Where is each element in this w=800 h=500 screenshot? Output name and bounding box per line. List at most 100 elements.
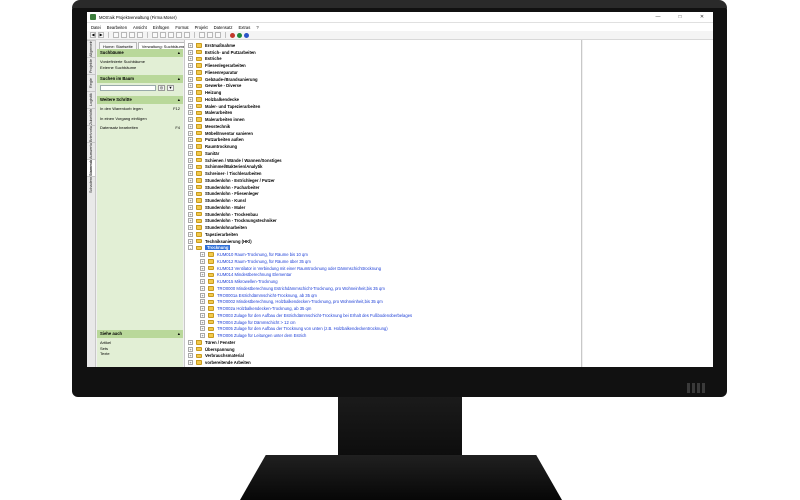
expand-toggle-icon[interactable]: +	[188, 76, 193, 82]
back-icon[interactable]: ◀	[90, 32, 96, 38]
tree-row[interactable]: + Verbrauchsmaterial	[185, 353, 581, 360]
expand-toggle-icon[interactable]: +	[188, 144, 193, 150]
expand-toggle-icon[interactable]: +	[200, 279, 205, 285]
menu-item[interactable]: Einfügen	[153, 25, 170, 30]
tree-row[interactable]: + Maler- und Tapezierarbeiten	[185, 103, 581, 110]
blue-status-icon[interactable]	[244, 32, 249, 38]
expand-toggle-icon[interactable]: +	[188, 204, 193, 210]
vertical-tab[interactable]: Allgemein	[87, 40, 95, 57]
expand-toggle-icon[interactable]: +	[188, 103, 193, 109]
tree-row[interactable]: + TRO0002 Mindestberechnung, Holzbalkende…	[185, 299, 581, 306]
menu-item[interactable]: Datei	[91, 25, 101, 30]
new-icon[interactable]	[113, 32, 119, 38]
tree-row[interactable]: + TRO002a Holzbalkendecken-Trocknung, ab …	[185, 305, 581, 312]
expand-toggle-icon[interactable]: +	[188, 191, 193, 197]
expand-toggle-icon[interactable]: +	[188, 123, 193, 129]
tree-row[interactable]: + Raumtrocknung	[185, 143, 581, 150]
expand-toggle-icon[interactable]: +	[188, 150, 193, 156]
refresh-icon[interactable]	[215, 32, 221, 38]
expand-toggle-icon[interactable]: +	[188, 164, 193, 170]
tree-row[interactable]: + vorbereitende Arbeiten	[185, 359, 581, 366]
expand-toggle-icon[interactable]: +	[188, 157, 193, 163]
tree-row[interactable]: + Stundenlohnarbeiten	[185, 224, 581, 231]
expand-toggle-icon[interactable]: +	[188, 63, 193, 69]
menu-item[interactable]: Ansicht	[133, 25, 147, 30]
expand-toggle-icon[interactable]: +	[188, 211, 193, 217]
expand-toggle-icon[interactable]: +	[188, 171, 193, 177]
tree-row[interactable]: + Schreiner- / Tischlerarbeiten	[185, 170, 581, 177]
expand-toggle-icon[interactable]: +	[188, 339, 193, 345]
tree-row[interactable]: + Überspannung	[185, 346, 581, 353]
expand-toggle-icon[interactable]: +	[188, 225, 193, 231]
undo-icon[interactable]	[176, 32, 182, 38]
expand-toggle-icon[interactable]: +	[200, 285, 205, 291]
tree-row[interactable]: + Stundenlohn - Trocknungstechniker	[185, 218, 581, 225]
expand-toggle-icon[interactable]: +	[188, 69, 193, 75]
print-icon[interactable]	[137, 32, 143, 38]
tree-row[interactable]: + Stundenlohn - Fliesenleger	[185, 191, 581, 198]
save-icon[interactable]	[129, 32, 135, 38]
tree-row[interactable]: + Schienen / Wände / Wannen/Sonstiges	[185, 157, 581, 164]
expand-toggle-icon[interactable]: +	[200, 306, 205, 312]
menu-item[interactable]: Projekt	[195, 25, 208, 30]
expand-toggle-icon[interactable]: +	[200, 312, 205, 318]
binoculars-icon[interactable]: ◎	[158, 85, 165, 91]
forward-icon[interactable]: ▶	[98, 32, 104, 38]
tree-search-input[interactable]	[100, 85, 156, 91]
panel-schritte-header[interactable]: Weitere Schritte ▴	[97, 96, 183, 104]
action-bearbeiten[interactable]: Datensatz bearbeiten F4	[100, 125, 180, 131]
tree-row[interactable]: + Estrich- und Putzarbeiten	[185, 49, 581, 56]
tree-row[interactable]: + Gebäude-/Brandsanierung	[185, 76, 581, 83]
tree-row[interactable]: + Malerarbeiten	[185, 110, 581, 117]
tree-row[interactable]: + Stundenlohn - Maler	[185, 204, 581, 211]
panel-siehe-header[interactable]: Siehe auch ▴	[97, 330, 183, 338]
tree-row[interactable]: - Trocknung	[185, 245, 581, 252]
expand-toggle-icon[interactable]: +	[188, 83, 193, 89]
expand-toggle-icon[interactable]: +	[188, 353, 193, 359]
action-vorgang[interactable]: In einen Vorgang einfügen	[100, 116, 180, 122]
tab-startseite[interactable]: Home: Startseite	[99, 42, 137, 49]
tree-row[interactable]: +Wände	[185, 366, 581, 367]
minimize-icon[interactable]: —	[647, 14, 669, 20]
menu-item[interactable]: Bearbeiten	[107, 25, 127, 30]
expand-toggle-icon[interactable]: +	[200, 299, 205, 305]
tree-row[interactable]: + Messtechnik	[185, 123, 581, 130]
expand-toggle-icon[interactable]: +	[188, 137, 193, 143]
expand-toggle-icon[interactable]: +	[188, 238, 193, 244]
expand-toggle-icon[interactable]: +	[188, 49, 193, 55]
collapse-icon[interactable]: ▴	[178, 75, 180, 83]
tree-row[interactable]: + KUM012 Raum-Trocknung, für Räume über 3…	[185, 258, 581, 265]
expand-toggle-icon[interactable]: +	[188, 90, 193, 96]
expand-toggle-icon[interactable]: +	[188, 117, 193, 123]
paste-icon[interactable]	[168, 32, 174, 38]
vertical-tab[interactable]: Regie	[87, 74, 95, 91]
expand-toggle-icon[interactable]: +	[200, 265, 205, 271]
expand-toggle-icon[interactable]: +	[188, 346, 193, 352]
tree-row[interactable]: + Möbel/Inventar sanieren	[185, 130, 581, 137]
menu-item[interactable]: Datensatz	[214, 25, 233, 30]
vertical-tab[interactable]: Schadenmanagement	[87, 176, 95, 193]
copy-icon[interactable]	[160, 32, 166, 38]
tree-row[interactable]: + Tapezierarbeiten	[185, 231, 581, 238]
tree-row[interactable]: + Fliesenlegerarbeiten	[185, 62, 581, 69]
vertical-tab[interactable]: Zubehörhersteller	[87, 108, 95, 125]
expand-toggle-icon[interactable]: +	[188, 177, 193, 183]
expand-toggle-icon[interactable]: +	[188, 130, 193, 136]
tree-row[interactable]: + Erstmaßnahme	[185, 42, 581, 49]
maximize-icon[interactable]: □	[669, 14, 691, 20]
expand-toggle-icon[interactable]: +	[200, 333, 205, 339]
expand-toggle-icon[interactable]: +	[188, 184, 193, 190]
tree-row[interactable]: + Holzbalkendecke	[185, 96, 581, 103]
expand-toggle-icon[interactable]: +	[188, 360, 193, 366]
green-status-icon[interactable]	[237, 32, 242, 38]
close-icon[interactable]: ✕	[691, 14, 713, 20]
tree-row[interactable]: + TRO003 Zulage für den Aufbau der Estric…	[185, 312, 581, 319]
vertical-tab[interactable]: Logistik	[87, 91, 95, 108]
vertical-tab[interactable]: Briefvorlagen	[87, 125, 95, 142]
expand-toggle-icon[interactable]: +	[188, 231, 193, 237]
link-texte[interactable]: Texte	[100, 351, 180, 357]
expand-toggle-icon[interactable]: +	[200, 319, 205, 325]
menu-item[interactable]: Format	[175, 25, 188, 30]
tree-row[interactable]: + Malerarbeiten innen	[185, 116, 581, 123]
tree-row[interactable]: + TRO006 Zulage für Leitungen unter dem E…	[185, 332, 581, 339]
